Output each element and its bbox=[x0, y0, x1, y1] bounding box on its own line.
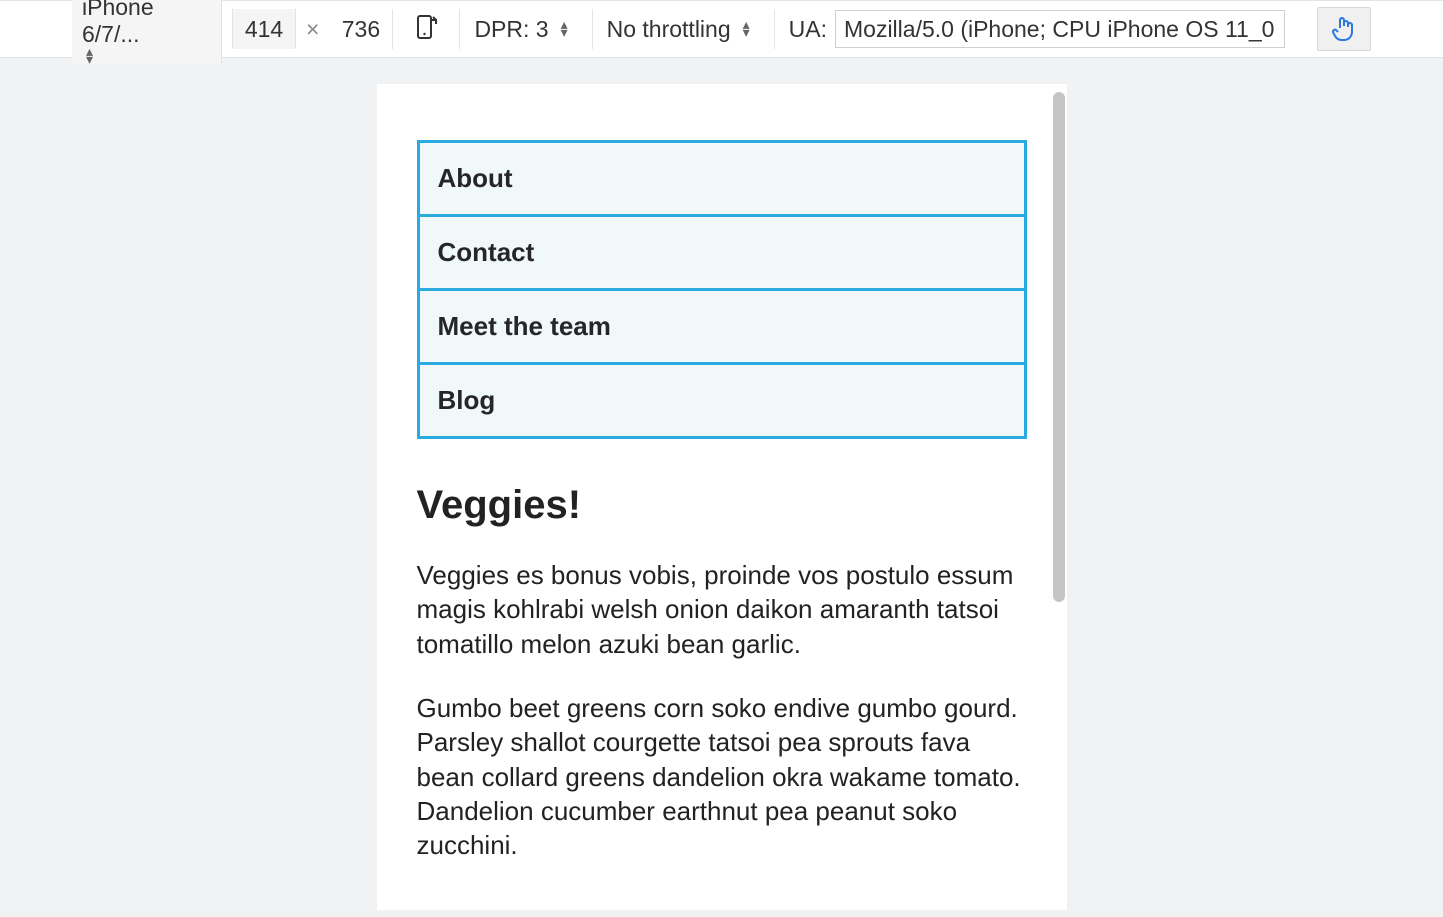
nav-item-label: About bbox=[438, 163, 513, 193]
ua-prefix-label: UA: bbox=[789, 16, 827, 43]
viewport-width-input[interactable] bbox=[232, 9, 296, 49]
touch-simulation-button[interactable] bbox=[1317, 7, 1371, 51]
throttling-label: No throttling bbox=[607, 16, 731, 43]
nav-item-label: Blog bbox=[438, 385, 496, 415]
nav-item-label: Contact bbox=[438, 237, 535, 267]
main-article: Veggies! Veggies es bonus vobis, proinde… bbox=[417, 483, 1027, 863]
ua-segment: UA: bbox=[774, 9, 1299, 49]
viewport-height-input[interactable] bbox=[329, 9, 393, 49]
nav-item-meet-the-team[interactable]: Meet the team bbox=[420, 288, 1024, 362]
user-agent-input[interactable] bbox=[835, 10, 1285, 48]
rotate-viewport-button[interactable] bbox=[403, 9, 449, 49]
article-paragraph: Gumbo beet greens corn soko endive gumbo… bbox=[417, 691, 1027, 863]
simulated-viewport[interactable]: About Contact Meet the team Blog Veggies… bbox=[377, 84, 1067, 910]
nav-item-contact[interactable]: Contact bbox=[420, 214, 1024, 288]
nav-item-about[interactable]: About bbox=[420, 143, 1024, 214]
select-caret-icon: ▴▾ bbox=[743, 21, 750, 36]
viewport-dimensions-group: × bbox=[232, 9, 393, 49]
select-caret-icon: ▴▾ bbox=[561, 21, 568, 36]
select-caret-icon: ▴▾ bbox=[86, 48, 203, 63]
main-nav: About Contact Meet the team Blog bbox=[417, 140, 1027, 439]
nav-item-blog[interactable]: Blog bbox=[420, 362, 1024, 436]
viewport-scrollbar[interactable] bbox=[1053, 92, 1065, 602]
dpr-segment[interactable]: DPR: 3 ▴▾ bbox=[459, 9, 581, 49]
throttling-segment[interactable]: No throttling ▴▾ bbox=[592, 9, 764, 49]
device-preset-select[interactable]: iPhone 6/7/... ▴▾ bbox=[72, 0, 222, 64]
page-content: About Contact Meet the team Blog Veggies… bbox=[377, 84, 1067, 863]
dimension-separator: × bbox=[296, 16, 329, 43]
device-stage: About Contact Meet the team Blog Veggies… bbox=[0, 58, 1443, 917]
article-title: Veggies! bbox=[417, 483, 1027, 528]
article-paragraph: Veggies es bonus vobis, proinde vos post… bbox=[417, 558, 1027, 661]
nav-item-label: Meet the team bbox=[438, 311, 611, 341]
rotate-phone-icon bbox=[414, 14, 438, 44]
device-preset-label: iPhone 6/7/... bbox=[82, 0, 154, 47]
touch-hand-icon bbox=[1331, 14, 1357, 44]
dpr-label: DPR: 3 bbox=[474, 16, 548, 43]
responsive-design-toolbar: iPhone 6/7/... ▴▾ × DPR: 3 ▴▾ No throttl… bbox=[0, 0, 1443, 58]
